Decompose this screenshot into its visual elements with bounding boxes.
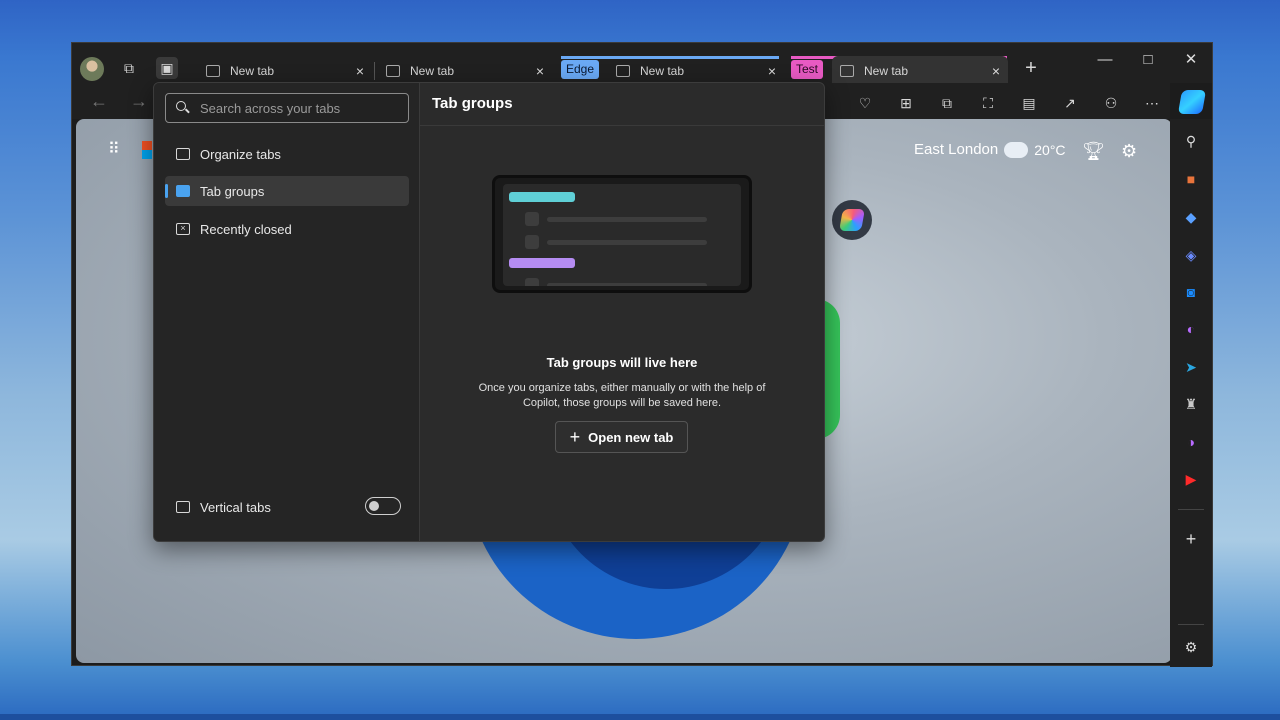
tab-page-icon	[616, 64, 630, 77]
tab-actions-icon[interactable]: ▣	[156, 57, 178, 79]
tab-1[interactable]: New tab ×	[206, 58, 368, 83]
sidebar-divider	[1178, 509, 1204, 510]
shopping-tag-icon[interactable]: ◆	[1181, 207, 1201, 227]
vertical-tabs-row: Vertical tabs	[165, 495, 409, 519]
microsoft-logo	[142, 141, 152, 159]
tab-page-icon	[206, 64, 220, 77]
sidebar-settings-icon[interactable]: ⚙	[1181, 637, 1201, 657]
tab-groups-icon	[176, 185, 190, 197]
split-screen-icon[interactable]: ⧉	[938, 94, 956, 112]
tab-close-icon[interactable]: ×	[988, 63, 1004, 79]
tab-page-icon	[840, 64, 854, 77]
weather-temperature: 20°C	[1034, 141, 1066, 158]
tab-groups-pane: Tab groups Tab groups will live here Onc…	[420, 83, 824, 541]
games-icon[interactable]: ♜	[1181, 394, 1201, 414]
extensions-icon[interactable]: ⊞	[897, 94, 915, 112]
organize-icon	[176, 148, 190, 160]
minimize-button[interactable]: —	[1090, 49, 1120, 71]
illustration-row	[525, 278, 707, 286]
share-icon[interactable]: ↗	[1061, 94, 1079, 112]
new-tab-button[interactable]: +	[1020, 57, 1042, 79]
add-app-icon[interactable]: +	[1181, 529, 1201, 549]
illustration-row	[525, 235, 707, 249]
tab-page-icon	[386, 64, 400, 77]
designer-image-icon[interactable]: ◑	[1181, 432, 1201, 452]
menu-item-label: Tab groups	[200, 183, 265, 199]
menu-organize-tabs[interactable]: Organize tabs	[165, 139, 409, 169]
close-window-button[interactable]: ✕	[1176, 49, 1206, 71]
recently-closed-icon: ×	[176, 223, 190, 235]
illustration-row	[525, 212, 707, 226]
copilot-app-icon[interactable]: ◈	[1181, 245, 1201, 265]
partly-cloudy-icon	[1004, 135, 1029, 158]
tab-groups-illustration	[492, 175, 752, 293]
menu-tab-groups[interactable]: Tab groups	[165, 176, 409, 206]
designer-icon[interactable]: ◐	[1181, 319, 1201, 339]
workspaces-icon[interactable]: ⧉	[118, 57, 140, 79]
tab-close-icon[interactable]: ×	[764, 63, 780, 79]
copilot-icon[interactable]	[1177, 90, 1207, 114]
panel-menu-column: Organize tabs Tab groups × Recently clos…	[154, 83, 420, 541]
forward-arrow-icon[interactable]: →	[130, 91, 148, 112]
menu-item-label: Recently closed	[200, 221, 292, 237]
tab-close-icon[interactable]: ×	[532, 63, 548, 79]
tab-label: New tab	[864, 63, 909, 78]
apps-grid-icon[interactable]: ⠿	[108, 141, 126, 159]
telegram-icon[interactable]: ➤	[1181, 357, 1201, 377]
maximize-button[interactable]: □	[1133, 49, 1163, 71]
back-arrow-icon[interactable]: ←	[90, 91, 108, 112]
copilot-logo-icon	[839, 209, 865, 231]
plus-icon: +	[569, 426, 581, 447]
rewards-icon[interactable]: 🏆︎	[1082, 141, 1105, 162]
more-options-icon[interactable]: ⋯	[1143, 94, 1161, 112]
vertical-tabs-icon	[176, 501, 190, 513]
illustration-group-purple	[509, 258, 575, 268]
tab-divider	[374, 62, 375, 80]
tab-2[interactable]: New tab ×	[386, 58, 548, 83]
screenshot-icon[interactable]: ⛶	[979, 94, 997, 112]
tab-group-test[interactable]: Test	[791, 60, 824, 79]
empty-state-title: Tab groups will live here	[546, 355, 698, 370]
open-new-tab-label: Open new tab	[588, 429, 674, 445]
outlook-icon[interactable]: ◙	[1181, 282, 1201, 302]
browser-essentials-icon[interactable]: ♡	[856, 94, 874, 112]
tools-icon[interactable]: ■	[1181, 169, 1201, 189]
tab-group-edge[interactable]: Edge	[561, 60, 600, 79]
page-settings-icon[interactable]: ⚙	[1121, 141, 1137, 162]
search-icon	[176, 101, 190, 115]
menu-item-label: Organize tabs	[200, 146, 281, 162]
copilot-bubble-button[interactable]	[832, 200, 872, 240]
youtube-icon[interactable]: ▶	[1181, 469, 1201, 489]
weather-widget[interactable]: East London 20°C	[914, 135, 1066, 158]
vertical-tabs-toggle[interactable]	[365, 497, 401, 515]
search-icon[interactable]: ⚲	[1181, 131, 1201, 151]
illustration-group-teal	[509, 192, 575, 202]
tab-3[interactable]: New tab ×	[616, 58, 780, 83]
tab-label: New tab	[410, 63, 455, 78]
collections-icon[interactable]: ▤	[1020, 94, 1038, 112]
tab-search-input[interactable]	[198, 99, 402, 117]
tab-label: New tab	[640, 63, 685, 78]
tab-label: New tab	[230, 63, 275, 78]
tab-actions-panel: Organize tabs Tab groups × Recently clos…	[153, 82, 825, 542]
empty-state-description: Once you organize tabs, either manually …	[478, 382, 766, 409]
tab-4-active[interactable]: New tab ×	[840, 58, 1004, 83]
pane-title: Tab groups	[420, 83, 824, 126]
profile-avatar[interactable]	[80, 57, 104, 81]
vertical-tabs-label: Vertical tabs	[200, 499, 271, 515]
taskbar-edge	[0, 714, 1280, 720]
tab-close-icon[interactable]: ×	[352, 63, 368, 79]
workspace-people-icon[interactable]: ⚇	[1102, 94, 1120, 112]
open-new-tab-button[interactable]: + Open new tab	[555, 421, 688, 453]
sidebar-divider	[1178, 624, 1204, 625]
weather-location: East London	[914, 141, 999, 158]
menu-recently-closed[interactable]: × Recently closed	[165, 214, 409, 244]
tab-search-box[interactable]	[165, 93, 409, 123]
edge-sidebar: ⚲ ■ ◆ ◈ ◙ ◐ ➤ ♜ ◑ ▶ + ⚙	[1170, 119, 1212, 667]
